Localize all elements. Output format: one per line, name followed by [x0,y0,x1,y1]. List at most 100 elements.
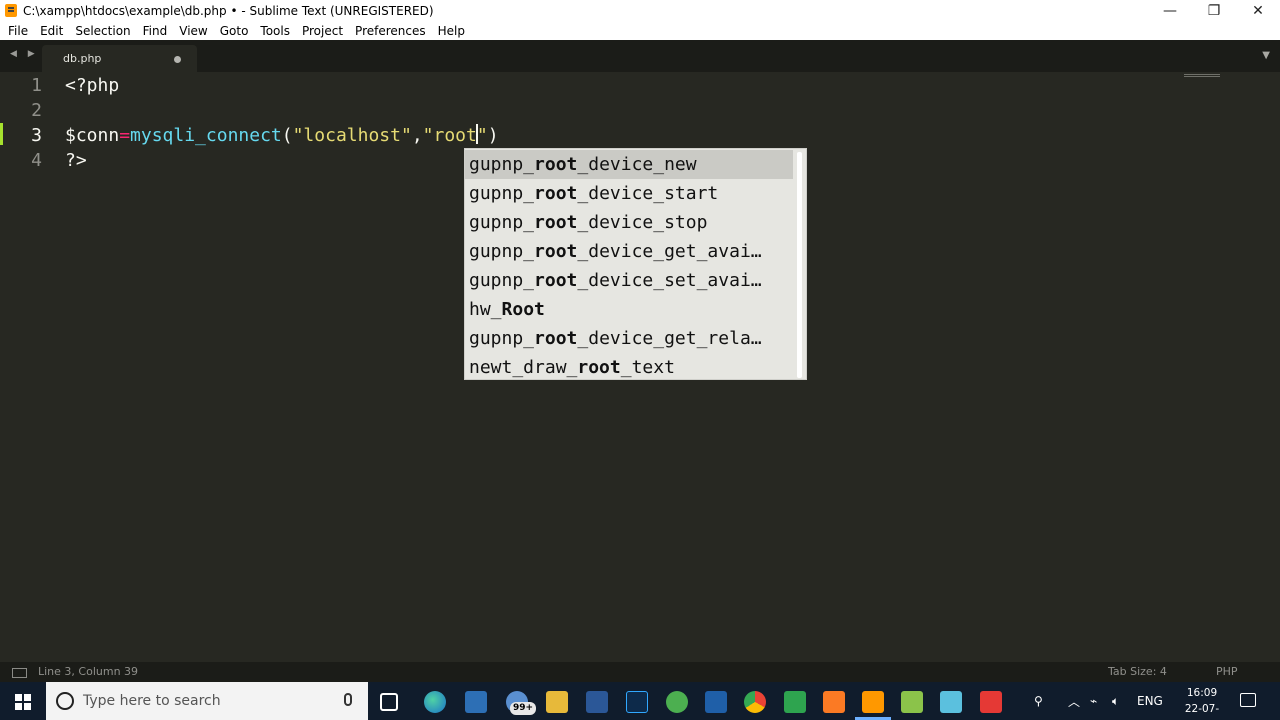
menu-goto[interactable]: Goto [214,24,255,38]
menu-find[interactable]: Find [137,24,174,38]
autocomplete-item[interactable]: gupnp_root_device_get_rela… [465,324,793,353]
ac-match: root [534,154,578,175]
menu-selection[interactable]: Selection [69,24,136,38]
microphone-icon[interactable] [344,693,352,706]
show-hidden-icons-icon[interactable]: ︿ [1068,682,1080,720]
syntax-indicator[interactable]: PHP [1216,665,1238,678]
menu-project[interactable]: Project [296,24,349,38]
chrome-icon[interactable] [744,691,766,713]
ac-suffix: _device_get_avai… [577,241,762,262]
system-clock[interactable]: 16:09 22-07-2020 [1172,685,1232,720]
store-icon[interactable] [465,691,487,713]
code-operator: = [119,125,131,146]
close-button[interactable]: ✕ [1236,0,1280,21]
autocomplete-scrollbar[interactable] [797,152,802,378]
sublime-app-icon [5,4,17,17]
word-icon[interactable] [586,691,608,713]
task-view-icon[interactable] [380,693,398,711]
status-bar: Line 3, Column 39 Tab Size: 4 PHP [0,662,1280,682]
maximize-button[interactable]: ❐ [1192,0,1236,21]
unsaved-dot-icon[interactable] [174,56,181,63]
panel-toggle-icon[interactable] [12,668,27,678]
autocomplete-item[interactable]: gupnp_root_device_new [465,150,793,179]
code-editor[interactable]: 1 2 3 4 <?php $conn=mysqli_connect("loca… [0,72,1280,662]
menu-tools[interactable]: Tools [254,24,296,38]
autocomplete-item[interactable]: newt_draw_root_text [465,353,793,382]
tab-label: db.php [63,52,102,65]
ac-prefix: gupnp_ [469,212,535,233]
camtasia-icon[interactable] [784,691,806,713]
menu-view[interactable]: View [173,24,213,38]
menu-bar: File Edit Selection Find View Goto Tools… [0,21,1280,40]
ac-match: root [534,270,578,291]
ac-suffix: _device_new [577,154,697,175]
window-controls: — ❐ ✕ [1148,0,1280,21]
ac-match: root [577,357,621,378]
search-icon [56,692,74,710]
tab-dropdown-icon[interactable]: ▼ [1262,50,1270,61]
recorder-icon[interactable] [980,691,1002,713]
notification-badge: 99+ [510,702,537,715]
code-line-3: $conn=mysqli_connect("localhost","root") [65,123,499,148]
ac-prefix: gupnp_ [469,183,535,204]
clock-time: 16:09 [1186,687,1218,699]
people-icon[interactable]: ⚲ [1034,682,1043,720]
language-indicator[interactable]: ENG [1137,682,1163,720]
volume-icon[interactable]: 🔈︎ [1112,682,1119,720]
line-number: 1 [31,75,42,96]
windows-taskbar: Type here to search 99+ ⚲ ︿ ⌁ 🔈︎ ENG 16:… [0,682,1280,720]
network-icon[interactable]: ⌁ [1090,682,1097,720]
window-title: C:\xampp\htdocs\example\db.php • - Subli… [23,3,434,18]
photos-icon[interactable] [705,691,727,713]
code-comma: , [411,125,423,146]
ac-prefix: gupnp_ [469,154,535,175]
menu-preferences[interactable]: Preferences [349,24,432,38]
code-paren-close: ) [487,125,499,146]
code-string-close: " [476,125,488,146]
menu-file[interactable]: File [2,24,34,38]
autocomplete-item[interactable]: gupnp_root_device_get_avai… [465,237,793,266]
ac-prefix: gupnp_ [469,270,535,291]
minimize-button[interactable]: — [1148,0,1192,21]
windows-start-icon[interactable] [15,694,31,710]
notepad-plus-icon[interactable] [901,691,923,713]
menu-edit[interactable]: Edit [34,24,69,38]
ac-suffix: _device_stop [577,212,708,233]
ac-prefix: newt_draw_ [469,357,578,378]
ac-suffix: _text [620,357,675,378]
code-string-user: "root [422,125,477,146]
photoshop-icon[interactable] [626,691,648,713]
autocomplete-item[interactable]: hw_Root [465,295,793,324]
tab-bar: ◀ ▶ db.php ▼ [0,40,1280,72]
line-number-gutter: 1 2 3 4 [0,72,55,662]
edge-browser-icon[interactable] [424,691,446,713]
minimap[interactable] [1184,74,1220,78]
menu-help[interactable]: Help [432,24,471,38]
autocomplete-item[interactable]: gupnp_root_device_start [465,179,793,208]
code-string-host: "localhost" [292,125,412,146]
search-placeholder: Type here to search [83,693,221,709]
tab-nav-arrows-icon[interactable]: ◀ ▶ [10,49,39,59]
code-variable: $conn [65,125,120,146]
editor-scrollbar[interactable] [1270,72,1280,662]
ac-match: root [534,328,578,349]
ac-match: Root [501,299,545,320]
taskbar-search-box[interactable]: Type here to search [46,682,368,720]
utorrent-icon[interactable] [666,691,688,713]
code-line-1: <?php [65,75,120,96]
autocomplete-popup: gupnp_root_device_new gupnp_root_device_… [464,148,807,380]
ac-prefix: gupnp_ [469,328,535,349]
app-icon[interactable] [940,691,962,713]
ac-match: root [534,241,578,262]
clock-date: 22-07-2020 [1184,703,1220,720]
action-center-icon[interactable] [1240,693,1256,707]
title-bar: C:\xampp\htdocs\example\db.php • - Subli… [0,0,1280,21]
file-explorer-icon[interactable] [546,691,568,713]
xampp-icon[interactable] [823,691,845,713]
tab-db-php[interactable]: db.php [42,45,197,72]
autocomplete-item[interactable]: gupnp_root_device_set_avai… [465,266,793,295]
autocomplete-item[interactable]: gupnp_root_device_stop [465,208,793,237]
tab-size-indicator[interactable]: Tab Size: 4 [1108,665,1167,678]
code-line-4: ?> [65,150,87,171]
sublime-taskbar-icon[interactable] [862,691,884,713]
